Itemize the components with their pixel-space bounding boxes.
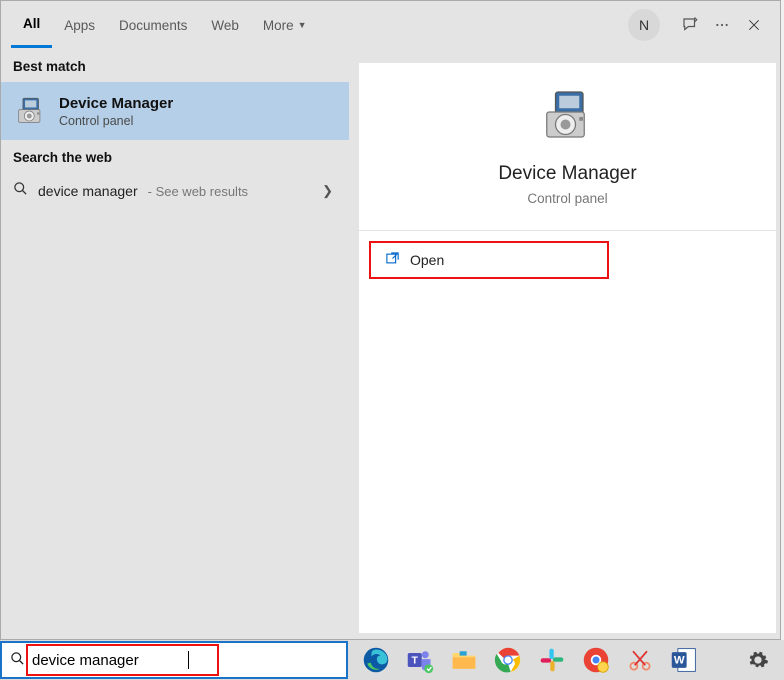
best-match-subtitle: Control panel [59, 114, 173, 128]
file-explorer-icon[interactable] [444, 640, 484, 680]
search-web-header: Search the web [1, 140, 349, 173]
taskbar-search[interactable] [0, 641, 348, 679]
best-match-title: Device Manager [59, 95, 173, 112]
tab-apps[interactable]: Apps [52, 2, 107, 48]
user-avatar[interactable]: N [628, 9, 660, 41]
device-manager-icon [13, 94, 47, 128]
search-icon [13, 181, 28, 201]
search-panel: All Apps Documents Web More▼ N Best matc… [0, 0, 781, 640]
svg-text:W: W [674, 655, 685, 667]
tab-more[interactable]: More▼ [251, 2, 319, 48]
results-column: Best match Device Manager Control panel … [1, 49, 349, 639]
word-icon[interactable]: W [664, 640, 704, 680]
device-manager-icon [538, 87, 598, 147]
tab-web[interactable]: Web [199, 2, 251, 48]
taskbar-apps: T W [348, 640, 704, 680]
search-icon [10, 651, 25, 669]
web-hint: - See web results [148, 184, 248, 199]
chrome-canary-icon[interactable] [576, 640, 616, 680]
best-match-header: Best match [1, 49, 349, 82]
feedback-icon[interactable] [674, 9, 706, 41]
open-label: Open [410, 252, 444, 268]
divider [359, 230, 776, 231]
taskbar: T W [0, 640, 784, 680]
web-result[interactable]: device manager - See web results ❯ [1, 173, 349, 209]
slack-icon[interactable] [532, 640, 572, 680]
open-icon [385, 251, 400, 269]
open-action[interactable]: Open [369, 241, 609, 279]
preview-subtitle: Control panel [359, 191, 776, 206]
text-cursor [188, 651, 189, 669]
preview-pane: Device Manager Control panel Open [359, 63, 776, 633]
settings-icon[interactable] [738, 640, 778, 680]
search-input[interactable] [28, 652, 188, 669]
close-icon[interactable] [738, 9, 770, 41]
snip-icon[interactable] [620, 640, 660, 680]
tab-all[interactable]: All [11, 2, 52, 48]
more-options-icon[interactable] [706, 9, 738, 41]
svg-text:T: T [412, 655, 419, 667]
preview-title: Device Manager [359, 163, 776, 185]
edge-icon[interactable] [356, 640, 396, 680]
filter-tabs: All Apps Documents Web More▼ N [1, 1, 780, 49]
chevron-down-icon: ▼ [298, 20, 307, 30]
best-match-result[interactable]: Device Manager Control panel [1, 82, 349, 140]
teams-icon[interactable]: T [400, 640, 440, 680]
chrome-icon[interactable] [488, 640, 528, 680]
tab-documents[interactable]: Documents [107, 2, 199, 48]
web-query: device manager [38, 183, 138, 199]
chevron-right-icon: ❯ [322, 183, 333, 199]
